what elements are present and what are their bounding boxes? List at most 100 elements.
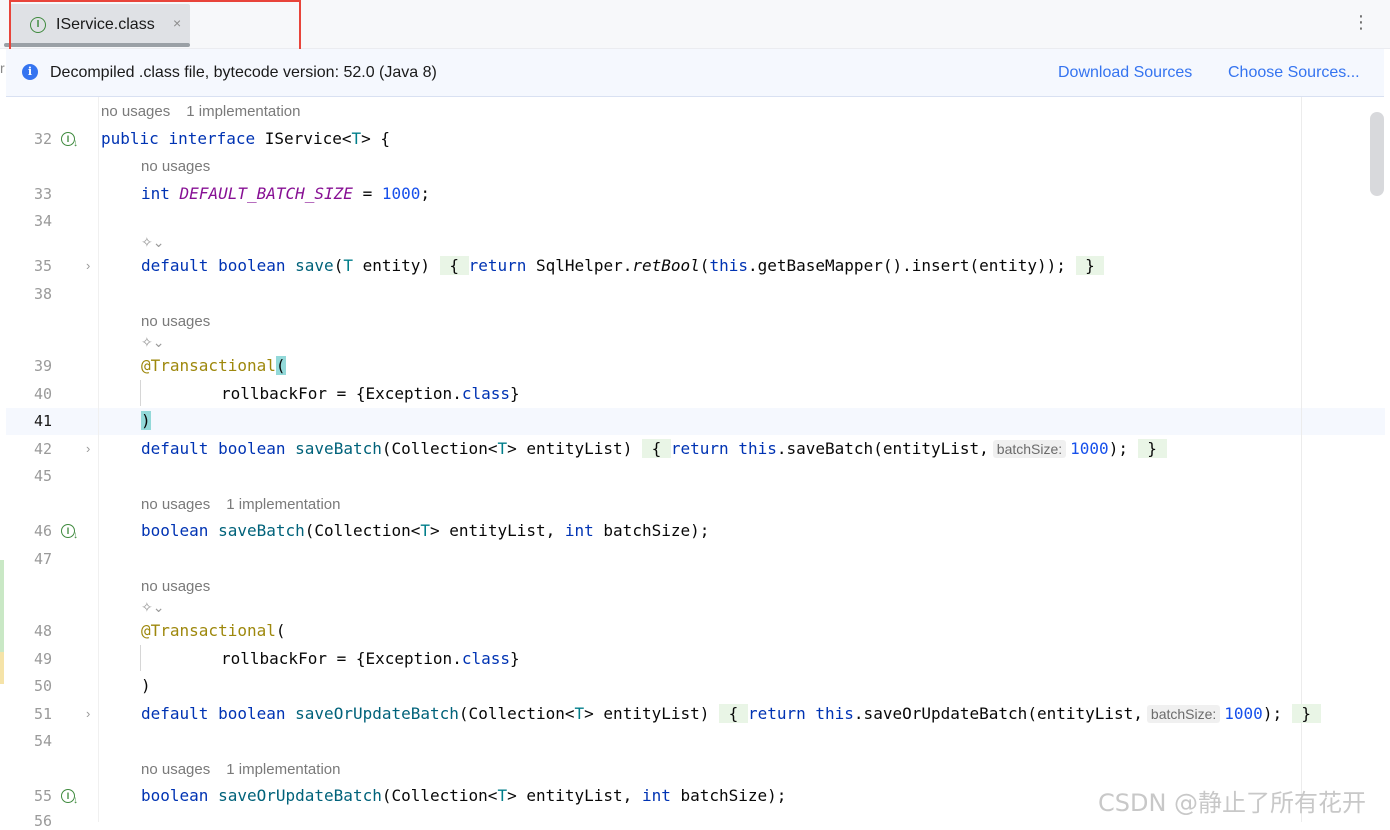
- keyword: int: [564, 521, 594, 540]
- line-number: 38: [33, 285, 52, 303]
- code-line[interactable]: boolean saveOrUpdateBatch(Collection<T> …: [141, 786, 786, 805]
- code-line[interactable]: default boolean saveOrUpdateBatch(Collec…: [141, 704, 1321, 723]
- identifier: rollbackFor = {Exception.: [221, 384, 462, 403]
- keyword: this: [815, 704, 854, 723]
- code-line[interactable]: default boolean saveBatch(Collection<T> …: [141, 439, 1167, 458]
- punct: (: [275, 621, 286, 640]
- code-line[interactable]: @Transactional(: [141, 356, 286, 375]
- code-line[interactable]: rollbackFor = {Exception.class}: [221, 649, 520, 668]
- code-line[interactable]: int DEFAULT_BATCH_SIZE = 1000;: [141, 184, 430, 203]
- punct: ;: [420, 184, 431, 203]
- fold-chevron-icon[interactable]: ›: [86, 706, 90, 721]
- usage-hint[interactable]: no usages: [141, 578, 210, 595]
- no-usages-hint[interactable]: no usages: [101, 103, 170, 120]
- brace: }: [1301, 704, 1311, 723]
- type-param: T: [420, 521, 431, 540]
- code-line[interactable]: default boolean save(T entity) { return …: [141, 256, 1105, 275]
- down-arrow-icon: ↓: [73, 795, 78, 806]
- brace: {: [449, 256, 459, 275]
- punct: }: [510, 649, 520, 668]
- ai-assistant-icon[interactable]: ✧⌄: [141, 599, 164, 616]
- punct: > entityList): [584, 704, 710, 723]
- more-options-icon[interactable]: ⋮: [1352, 12, 1370, 33]
- punct: batchSize);: [593, 521, 710, 540]
- implementation-hint[interactable]: 1 implementation: [186, 103, 300, 120]
- ai-assistant-icon[interactable]: ✧⌄: [141, 334, 164, 351]
- keyword: boolean: [141, 521, 209, 540]
- no-usages-hint[interactable]: no usages: [141, 578, 210, 595]
- tab-label: IService.class: [56, 16, 155, 33]
- no-usages-hint[interactable]: no usages: [141, 761, 210, 778]
- interface-icon: I: [30, 17, 46, 33]
- brace: }: [1147, 439, 1157, 458]
- identifier: .getBaseMapper().insert(entity));: [747, 256, 1066, 275]
- line-number: 54: [33, 732, 52, 750]
- folded-brace[interactable]: }: [1291, 704, 1321, 723]
- active-tab-indicator: [4, 43, 190, 47]
- keyword: public: [101, 129, 159, 148]
- keyword: default: [141, 439, 209, 458]
- line-number: 47: [33, 550, 52, 568]
- static-method: retBool: [632, 256, 700, 275]
- code-line[interactable]: public interface IService<T> {: [101, 129, 390, 148]
- annotation: @Transactional: [141, 356, 276, 375]
- type-param: T: [574, 704, 585, 723]
- punct: (: [333, 256, 344, 275]
- keyword: this: [709, 256, 748, 275]
- current-line-highlight: [6, 408, 1385, 435]
- implementation-hint[interactable]: 1 implementation: [226, 761, 340, 778]
- fold-chevron-icon[interactable]: ›: [86, 441, 90, 456]
- usage-hint[interactable]: no usages 1 implementation: [141, 761, 340, 778]
- folded-brace[interactable]: {: [641, 439, 671, 458]
- method-name: saveBatch: [295, 439, 382, 458]
- download-sources-link[interactable]: Download Sources: [1058, 64, 1192, 82]
- punct: );: [1108, 439, 1128, 458]
- folded-brace[interactable]: }: [1137, 439, 1167, 458]
- usage-hint[interactable]: no usages 1 implementation: [101, 103, 300, 120]
- ai-assistant-icon[interactable]: ✧⌄: [141, 234, 164, 251]
- matched-paren: ): [141, 411, 151, 430]
- code-line[interactable]: @Transactional(: [141, 621, 286, 640]
- code-line[interactable]: ): [141, 676, 151, 695]
- folded-brace[interactable]: {: [439, 256, 469, 275]
- number: 1000: [381, 184, 421, 203]
- folded-brace[interactable]: {: [719, 704, 748, 723]
- folded-brace[interactable]: }: [1075, 256, 1105, 275]
- code-line[interactable]: boolean saveBatch(Collection<T> entityLi…: [141, 521, 709, 540]
- usage-hint[interactable]: no usages: [141, 158, 210, 175]
- parameter-hint: batchSize:: [1146, 705, 1221, 723]
- code-line[interactable]: ): [141, 411, 151, 430]
- keyword: default: [141, 256, 209, 275]
- punct: (Collection<: [381, 439, 498, 458]
- annotation: @Transactional: [141, 621, 276, 640]
- brace: {: [651, 439, 662, 458]
- method-name: saveOrUpdateBatch: [218, 786, 382, 805]
- line-number: 32: [33, 130, 52, 148]
- punct: > entityList): [507, 439, 633, 458]
- method-name: saveOrUpdateBatch: [295, 704, 459, 723]
- code-line[interactable]: rollbackFor = {Exception.class}: [221, 384, 520, 403]
- close-icon[interactable]: ×: [173, 15, 181, 31]
- punct: ): [141, 676, 151, 695]
- identifier: .saveBatch(entityList,: [776, 439, 989, 458]
- no-usages-hint[interactable]: no usages: [141, 158, 210, 175]
- choose-sources-link[interactable]: Choose Sources...: [1228, 64, 1360, 82]
- keyword: boolean: [218, 439, 286, 458]
- indent-guide: [140, 645, 141, 671]
- method-name: saveBatch: [218, 521, 305, 540]
- keyword: interface: [168, 129, 256, 148]
- identifier: IService<: [264, 129, 352, 148]
- tab-iservice-class[interactable]: I IService.class ×: [10, 4, 190, 44]
- watermark: CSDN @静止了所有花开: [1098, 789, 1367, 817]
- keyword: int: [641, 786, 671, 805]
- fold-chevron-icon[interactable]: ›: [86, 258, 90, 273]
- no-usages-hint[interactable]: no usages: [141, 496, 210, 513]
- vertical-scrollbar[interactable]: [1370, 112, 1384, 196]
- line-number: 35: [33, 257, 52, 275]
- usage-hint[interactable]: no usages 1 implementation: [141, 496, 340, 513]
- line-number: 48: [33, 622, 52, 640]
- usage-hint[interactable]: no usages: [141, 313, 210, 330]
- implementation-hint[interactable]: 1 implementation: [226, 496, 340, 513]
- number: 1000: [1224, 704, 1263, 723]
- no-usages-hint[interactable]: no usages: [141, 313, 210, 330]
